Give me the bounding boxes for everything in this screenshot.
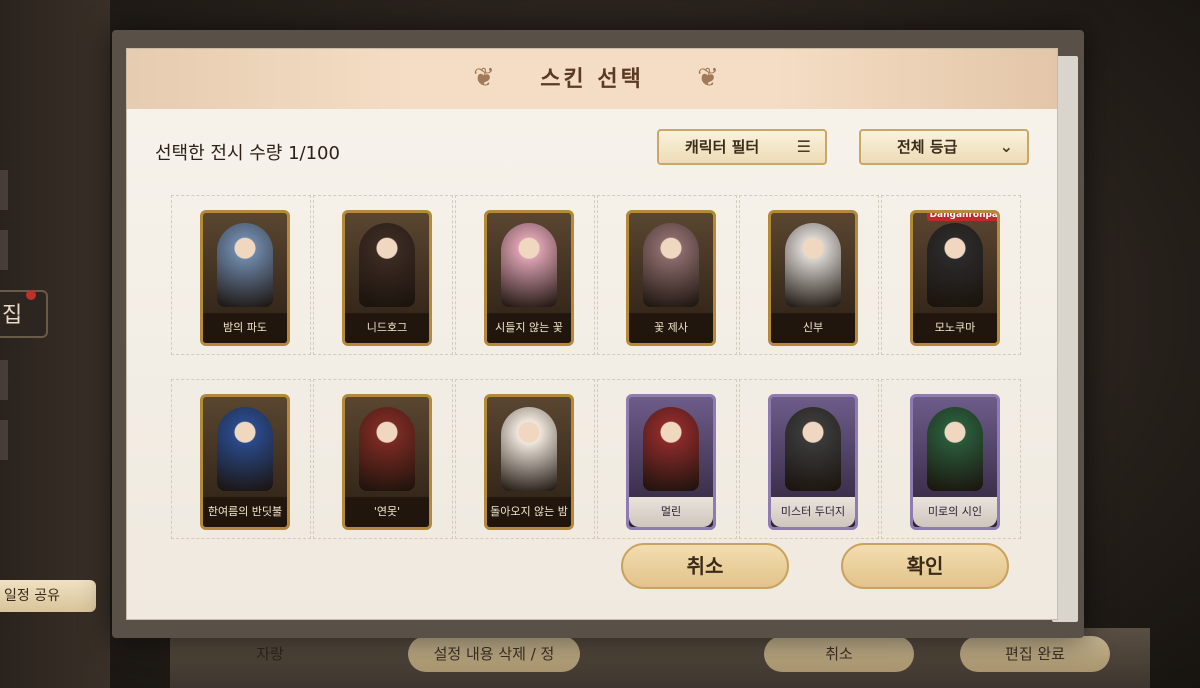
skin-slot: 니드호그 — [313, 195, 453, 355]
skin-name-label: 미스터 두더지 — [771, 497, 855, 527]
bottom-delete-settings-button[interactable]: 설정 내용 삭제 / 정 — [408, 636, 580, 672]
skin-portrait — [785, 223, 841, 307]
left-edit-button[interactable]: 집 — [0, 290, 48, 338]
skin-name-label: 멀린 — [629, 497, 713, 527]
skin-card[interactable]: 한여름의 반딧불 — [200, 394, 290, 530]
skin-portrait — [643, 407, 699, 491]
skin-grid: 밤의 파도 니드호그 시들지 않는 꽃 꽃 제사 신부 모노쿠마 Danganronpa 한여… — [171, 195, 1021, 547]
skin-name-label: 신부 — [771, 313, 855, 343]
skin-name-label: '연못' — [345, 497, 429, 527]
skin-card[interactable]: 미로의 시인 — [910, 394, 1000, 530]
skin-name-label: 미로의 시인 — [913, 497, 997, 527]
skin-card[interactable]: 미스터 두더지 — [768, 394, 858, 530]
skin-name-label: 돌아오지 않는 밤 — [487, 497, 571, 527]
skin-portrait — [927, 223, 983, 307]
skin-card[interactable]: '연못' — [342, 394, 432, 530]
skin-name-label: 밤의 파도 — [203, 313, 287, 343]
skin-card[interactable]: 신부 — [768, 210, 858, 346]
skin-slot: 한여름의 반딧불 — [171, 379, 311, 539]
notification-dot — [26, 290, 36, 300]
selected-count-label: 선택한 전시 수량 1/100 — [155, 143, 340, 164]
skin-slot: 밤의 파도 — [171, 195, 311, 355]
skin-portrait — [217, 223, 273, 307]
skin-portrait — [359, 223, 415, 307]
bottom-boast-button[interactable]: 자랑 — [230, 636, 310, 672]
skin-card[interactable]: 꽃 제사 — [626, 210, 716, 346]
skin-card[interactable]: 시들지 않는 꽃 — [484, 210, 574, 346]
skin-name-label: 한여름의 반딧불 — [203, 497, 287, 527]
character-filter-label: 캐릭터 필터 — [685, 138, 760, 156]
skin-card[interactable]: 돌아오지 않는 밤 — [484, 394, 574, 530]
skin-card[interactable]: 니드호그 — [342, 210, 432, 346]
share-button[interactable]: 일정 공유 — [0, 580, 96, 612]
skin-slot: 멀린 — [597, 379, 737, 539]
skin-slot: 돌아오지 않는 밤 — [455, 379, 595, 539]
skin-name-label: 니드호그 — [345, 313, 429, 343]
grade-dropdown-label: 전체 등급 — [897, 138, 958, 156]
skin-card[interactable]: 모노쿠마 Danganronpa — [910, 210, 1000, 346]
skin-portrait — [927, 407, 983, 491]
collab-badge: Danganronpa — [926, 213, 997, 221]
skin-card[interactable]: 멀린 — [626, 394, 716, 530]
left-tab[interactable] — [0, 230, 8, 270]
dialog-header: ❦ 스킨 선택 ❦ — [127, 49, 1057, 109]
chevron-down-icon: ⌄ — [999, 137, 1013, 156]
skin-portrait — [359, 407, 415, 491]
left-tab[interactable] — [0, 360, 8, 400]
skin-card[interactable]: 밤의 파도 — [200, 210, 290, 346]
list-icon: ☰ — [796, 137, 811, 156]
skin-slot: 미로의 시인 — [881, 379, 1021, 539]
laurel-left-icon: ❦ — [473, 63, 495, 93]
skin-name-label: 모노쿠마 — [913, 313, 997, 343]
skin-portrait — [643, 223, 699, 307]
skin-name-label: 시들지 않는 꽃 — [487, 313, 571, 343]
skin-slot: '연못' — [313, 379, 453, 539]
skin-slot: 꽃 제사 — [597, 195, 737, 355]
bottom-cancel-button[interactable]: 취소 — [764, 636, 914, 672]
laurel-right-icon: ❦ — [697, 63, 719, 93]
left-tab[interactable] — [0, 170, 8, 210]
skin-portrait — [217, 407, 273, 491]
skin-slot: 미스터 두더지 — [739, 379, 879, 539]
cancel-button[interactable]: 취소 — [621, 543, 789, 589]
skin-select-dialog: ❦ 스킨 선택 ❦ 선택한 전시 수량 1/100 캐릭터 필터 ☰ 전체 등급… — [126, 48, 1058, 620]
character-filter-button[interactable]: 캐릭터 필터 ☰ — [657, 129, 827, 165]
dialog-title: 스킨 선택 — [540, 67, 644, 92]
bottom-done-button[interactable]: 편집 완료 — [960, 636, 1110, 672]
skin-slot: 시들지 않는 꽃 — [455, 195, 595, 355]
skin-slot: 신부 — [739, 195, 879, 355]
skin-name-label: 꽃 제사 — [629, 313, 713, 343]
skin-portrait — [501, 407, 557, 491]
skin-portrait — [501, 223, 557, 307]
left-tab[interactable] — [0, 420, 8, 460]
skin-slot: 모노쿠마 Danganronpa — [881, 195, 1021, 355]
grade-dropdown[interactable]: 전체 등급 ⌄ — [859, 129, 1029, 165]
skin-portrait — [785, 407, 841, 491]
confirm-button[interactable]: 확인 — [841, 543, 1009, 589]
